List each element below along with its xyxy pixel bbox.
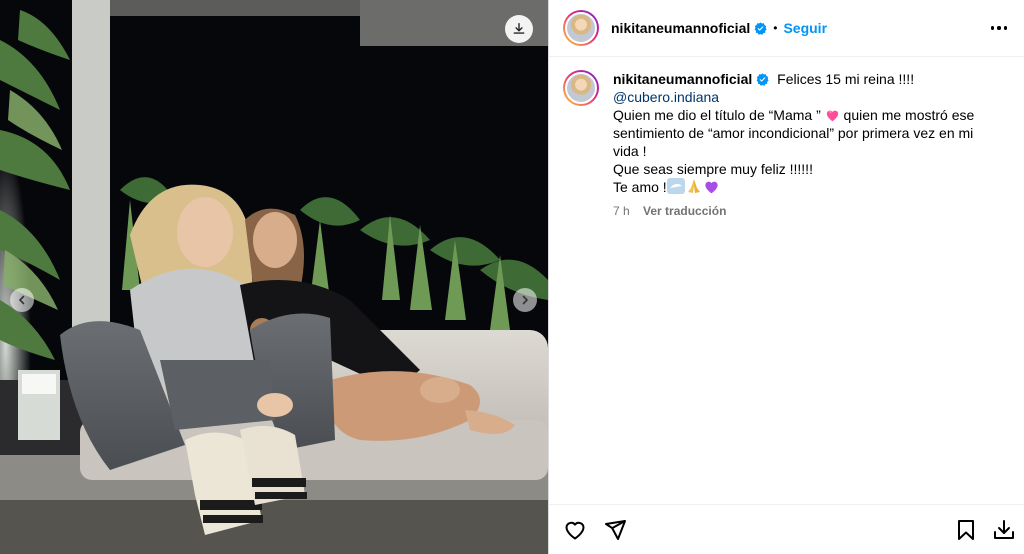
chevron-left-icon xyxy=(19,295,25,305)
verified-badge-icon xyxy=(754,21,767,35)
post-side-panel: nikitaneumannoficial • Seguir nikitaneum… xyxy=(548,0,1024,554)
mention-link[interactable]: @cubero.indiana xyxy=(613,88,983,106)
post-photo xyxy=(0,0,548,554)
post-time: 7 h xyxy=(613,204,630,218)
caption-avatar[interactable] xyxy=(563,70,599,106)
caption-username-link[interactable]: nikitaneumannoficial xyxy=(613,71,752,87)
caption-line-3: Que seas siempre muy feliz !!!!!! xyxy=(613,161,813,177)
username-link[interactable]: nikitaneumannoficial xyxy=(611,20,750,36)
chevron-right-icon xyxy=(522,295,528,305)
caption-line-2a: Quien me dio el título de “Mama ” xyxy=(613,107,825,123)
see-translation-link[interactable]: Ver traducción xyxy=(643,204,726,218)
follow-button[interactable]: Seguir xyxy=(783,20,827,36)
dove-emoji-icon xyxy=(666,178,685,194)
verified-badge-icon xyxy=(756,73,769,86)
post-meta: 7 h Ver traducción xyxy=(613,202,983,220)
next-image-button[interactable] xyxy=(513,288,537,312)
praying-hands-icon xyxy=(687,179,700,193)
separator-dot: • xyxy=(773,21,778,35)
more-options-icon[interactable] xyxy=(987,18,1011,38)
bookmark-icon[interactable] xyxy=(954,518,978,542)
post-header: nikitaneumannoficial • Seguir xyxy=(549,0,1024,57)
caption-text: nikitaneumannoficial Felices 15 mi reina… xyxy=(613,70,983,220)
avatar[interactable] xyxy=(563,10,599,46)
post-caption: nikitaneumannoficial Felices 15 mi reina… xyxy=(563,70,1013,220)
pink-heart-icon xyxy=(826,110,838,122)
post-media[interactable] xyxy=(0,0,548,554)
download-icon xyxy=(513,23,525,34)
download-tray-icon[interactable] xyxy=(992,518,1016,542)
post-actions-bar xyxy=(549,504,1024,554)
heart-icon[interactable] xyxy=(563,518,587,542)
send-icon[interactable] xyxy=(603,518,627,542)
caption-first-line: Felices 15 mi reina !!!! xyxy=(777,71,915,87)
caption-line-4: Te amo ! xyxy=(613,179,667,195)
purple-heart-icon xyxy=(705,181,718,194)
download-media-button[interactable] xyxy=(505,15,533,43)
previous-image-button[interactable] xyxy=(10,288,34,312)
